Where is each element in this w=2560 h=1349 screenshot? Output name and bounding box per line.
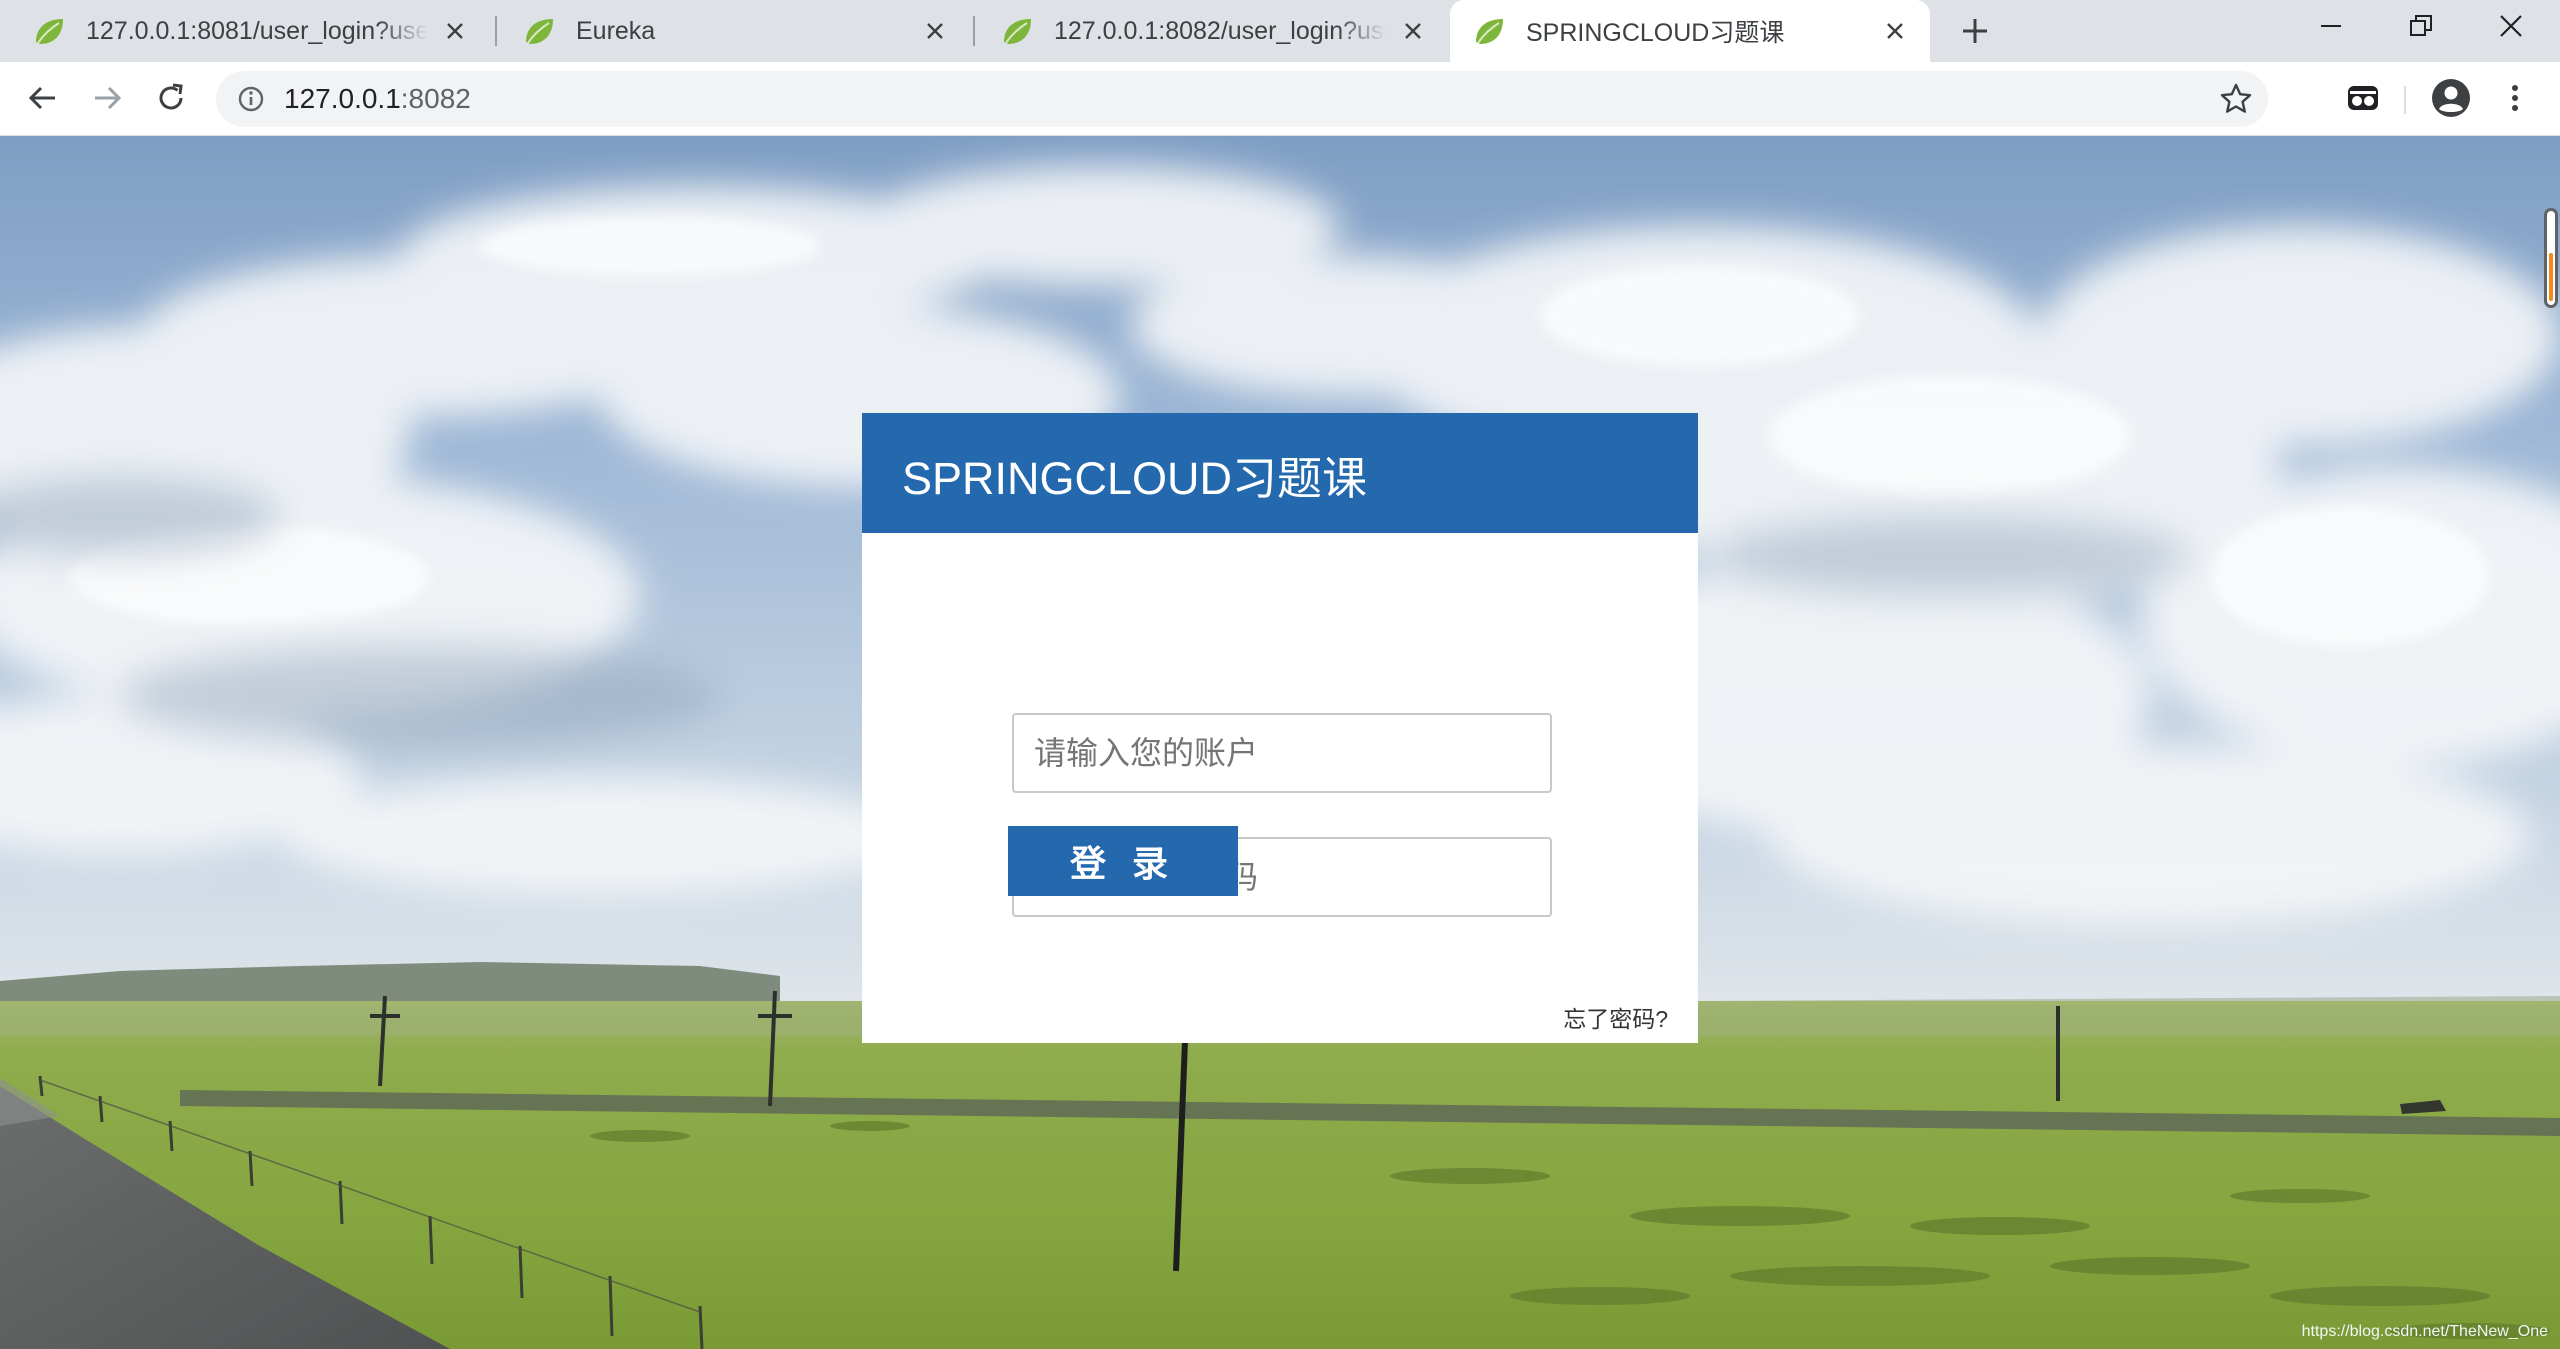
login-title: SPRINGCLOUD习题课: [902, 453, 1368, 504]
url-port: :8082: [400, 83, 471, 114]
spring-leaf-icon: [36, 19, 63, 44]
plus-icon: [1963, 19, 1987, 43]
spring-leaf-icon: [526, 19, 553, 44]
tab-separator: [973, 16, 975, 46]
minimize-button[interactable]: [2286, 0, 2376, 52]
spring-leaf-icon: [1004, 19, 1031, 44]
tab-user-login-8081[interactable]: 127.0.0.1:8081/user_login?user: [10, 0, 490, 62]
new-tab-button[interactable]: [1954, 10, 1996, 52]
kebab-menu-icon: [2512, 85, 2518, 111]
restore-button[interactable]: [2376, 0, 2466, 52]
close-icon[interactable]: [1398, 16, 1428, 46]
account-input[interactable]: [1012, 713, 1552, 793]
close-icon[interactable]: [920, 16, 950, 46]
address-url[interactable]: 127.0.0.1:8082: [284, 84, 471, 114]
info-icon[interactable]: [236, 84, 266, 114]
account-icon: [2432, 79, 2470, 117]
tab-title: Eureka: [576, 16, 656, 45]
restore-icon: [2410, 15, 2432, 36]
tab-user-login-8082[interactable]: 127.0.0.1:8082/user_login?user: [978, 0, 1448, 62]
scroll-indicator[interactable]: [2544, 208, 2558, 308]
minimize-icon: [2321, 25, 2341, 27]
spring-leaf-icon: [1476, 19, 1503, 44]
address-bar[interactable]: 127.0.0.1:8082: [216, 71, 2268, 127]
arrow-left-icon: [28, 86, 55, 110]
star-icon[interactable]: [2218, 81, 2254, 117]
forward-button[interactable]: [84, 75, 130, 121]
window-close-button[interactable]: [2466, 0, 2556, 52]
reload-button[interactable]: [148, 75, 194, 121]
menu-button[interactable]: [2492, 75, 2538, 121]
tab-springcloud[interactable]: SPRINGCLOUD习题课: [1450, 0, 1930, 62]
toolbar-separator: [2404, 86, 2406, 114]
watermark: https://blog.csdn.net/TheNew_One: [2301, 1323, 2548, 1340]
forgot-password-link[interactable]: 忘了密码?: [1563, 1000, 1668, 1034]
tab-eureka[interactable]: Eureka: [500, 0, 970, 62]
url-host: 127.0.0.1: [284, 83, 401, 114]
reload-icon: [159, 83, 183, 110]
back-button[interactable]: [20, 75, 66, 121]
close-icon: [2500, 15, 2522, 37]
tab-separator: [495, 16, 497, 46]
arrow-right-icon: [95, 86, 122, 110]
login-header: SPRINGCLOUD习题课: [862, 413, 1698, 533]
extension-button[interactable]: [2340, 75, 2386, 121]
tab-title: 127.0.0.1:8082/user_login?user: [1054, 16, 1386, 45]
browser-toolbar: 127.0.0.1:8082: [0, 62, 2560, 136]
close-icon[interactable]: [1880, 16, 1910, 46]
page-viewport: SPRINGCLOUD习题课 登 录 忘了密码? https://blog.cs…: [0, 136, 2560, 1349]
close-icon[interactable]: [440, 16, 470, 46]
profile-button[interactable]: [2428, 75, 2474, 121]
tab-title: SPRINGCLOUD习题课: [1526, 19, 1785, 47]
login-button[interactable]: 登 录: [1008, 826, 1238, 896]
tab-strip: 127.0.0.1:8081/user_login?user Eureka 12…: [0, 0, 2560, 62]
login-card: SPRINGCLOUD习题课 登 录 忘了密码?: [862, 413, 1698, 1043]
tab-title: 127.0.0.1:8081/user_login?user: [86, 16, 428, 45]
incognito-extension-icon: [2348, 86, 2378, 110]
